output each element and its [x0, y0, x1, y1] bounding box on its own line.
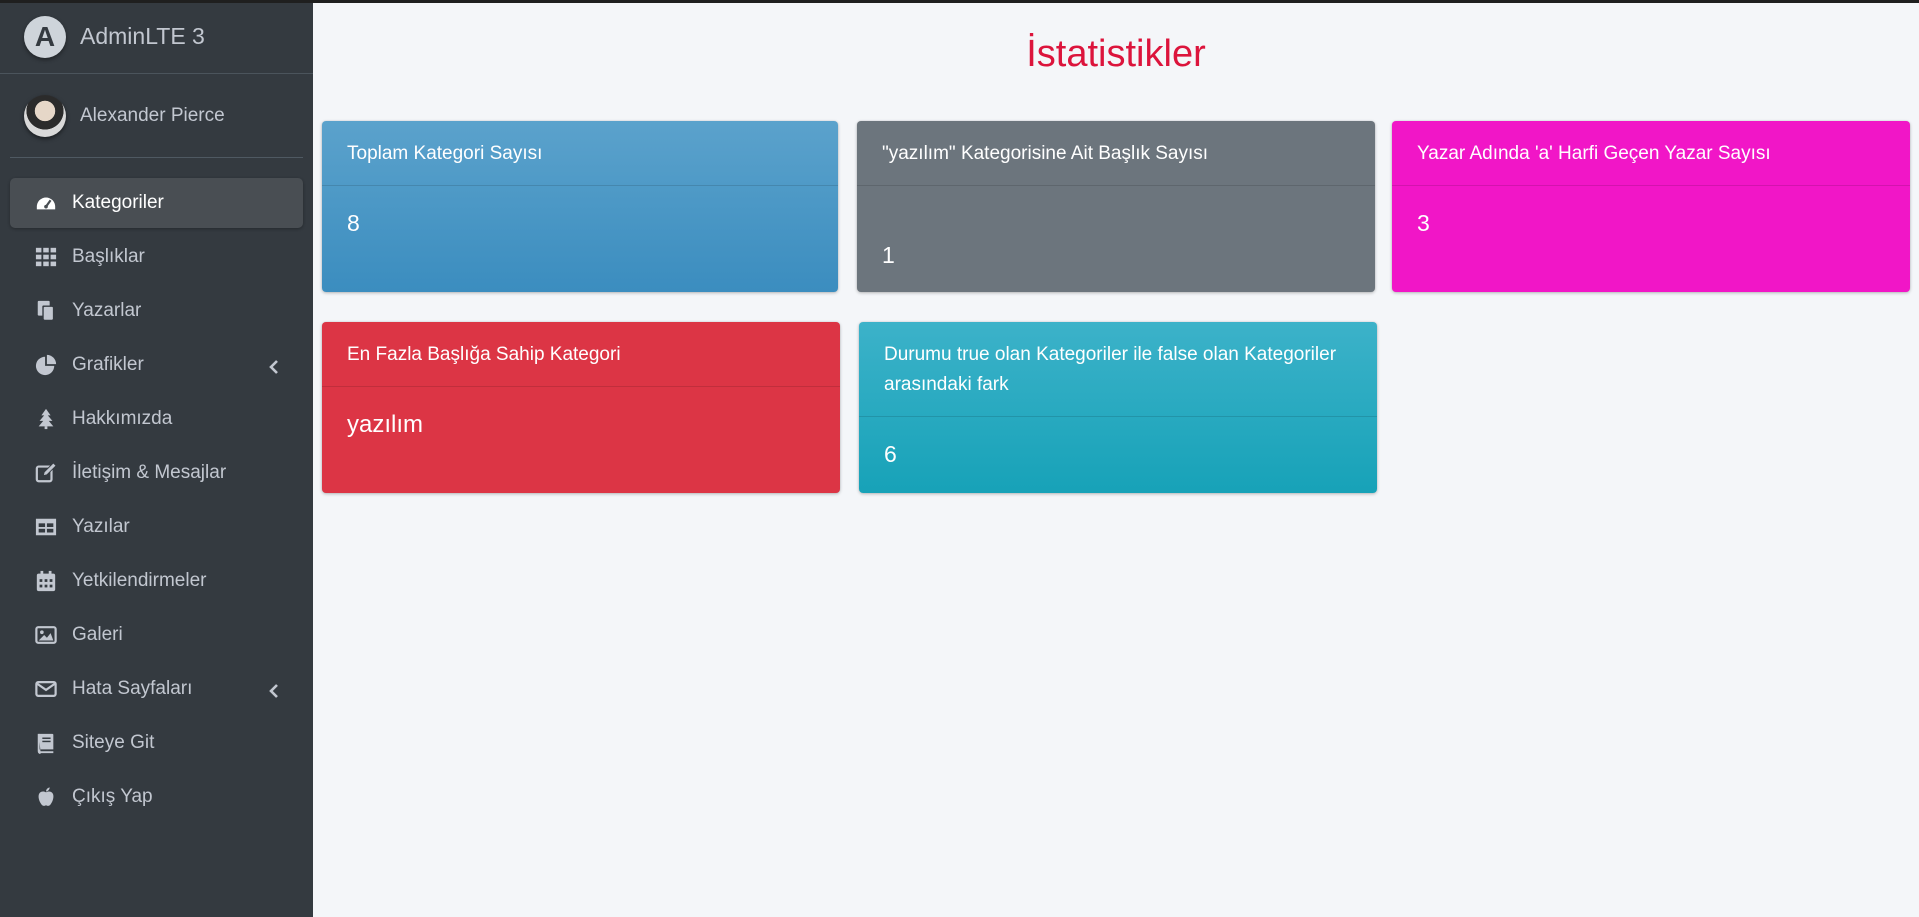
calendar-icon [34, 569, 58, 593]
sidebar-item-label: Hata Sayfaları [72, 678, 193, 699]
sidebar: A AdminLTE 3 Alexander Pierce Kategorile… [0, 0, 313, 917]
window-top-border [0, 0, 1919, 3]
sidebar-item-yazarlar[interactable]: Yazarlar [10, 286, 303, 336]
card-value: 1 [882, 242, 895, 268]
sidebar-item-basliklar[interactable]: Başlıklar [10, 232, 303, 282]
sidebar-item-kategoriler[interactable]: Kategoriler [10, 178, 303, 228]
stat-card-toplam-kategori: Toplam Kategori Sayısı 8 [322, 121, 838, 292]
stat-card-yazilim-baslik: "yazılım" Kategorisine Ait Başlık Sayısı… [857, 121, 1375, 292]
card-value: 3 [1417, 210, 1430, 236]
envelope-icon [34, 677, 58, 701]
sidebar-item-label: Kategoriler [72, 192, 164, 213]
sidebar-item-yazilar[interactable]: Yazılar [10, 502, 303, 552]
tree-icon [34, 407, 58, 431]
card-header: En Fazla Başlığa Sahip Kategori [322, 322, 840, 387]
brand-name: AdminLTE 3 [80, 23, 205, 49]
sidebar-item-label: Siteye Git [72, 732, 155, 753]
sidebar-item-yetkilendirmeler[interactable]: Yetkilendirmeler [10, 556, 303, 606]
stat-card-durum-farki: Durumu true olan Kategoriler ile false o… [859, 322, 1377, 493]
sidebar-item-hata-sayfalari[interactable]: Hata Sayfaları [10, 664, 303, 714]
sidebar-item-siteye-git[interactable]: Siteye Git [10, 718, 303, 768]
card-header: Toplam Kategori Sayısı [322, 121, 838, 186]
apple-icon [34, 785, 58, 809]
sidebar-item-grafikler[interactable]: Grafikler [10, 340, 303, 390]
sidebar-item-label: Çıkış Yap [72, 786, 153, 807]
sidebar-item-hakkimizda[interactable]: Hakkımızda [10, 394, 303, 444]
sidebar-item-cikis-yap[interactable]: Çıkış Yap [10, 772, 303, 822]
main-content: İstatistikler Toplam Kategori Sayısı 8 "… [313, 0, 1919, 917]
pie-chart-icon [34, 353, 58, 377]
sidebar-item-label: İletişim & Mesajlar [72, 462, 227, 483]
book-icon [34, 731, 58, 755]
sidebar-item-label: Yetkilendirmeler [72, 570, 207, 591]
sidebar-nav: Kategoriler Başlıklar Yazarlar Grafikler [0, 178, 313, 822]
card-header: "yazılım" Kategorisine Ait Başlık Sayısı [857, 121, 1375, 186]
sidebar-item-label: Grafikler [72, 354, 144, 375]
sidebar-item-label: Hakkımızda [72, 408, 173, 429]
sidebar-item-galeri[interactable]: Galeri [10, 610, 303, 660]
stat-card-yazar-a-harfi: Yazar Adında 'a' Harfi Geçen Yazar Sayıs… [1392, 121, 1910, 292]
card-value: 8 [347, 210, 360, 236]
card-value: yazılım [347, 411, 424, 438]
chevron-left-icon[interactable] [267, 682, 281, 698]
table-icon [34, 515, 58, 539]
image-icon [34, 623, 58, 647]
avatar [24, 94, 66, 137]
grid-icon [34, 245, 58, 269]
tachometer-icon [34, 191, 58, 215]
stat-card-en-fazla-baslik: En Fazla Başlığa Sahip Kategori yazılım [322, 322, 840, 493]
sidebar-item-iletisim[interactable]: İletişim & Mesajlar [10, 448, 303, 498]
sidebar-item-label: Yazılar [72, 516, 130, 537]
copy-icon [34, 299, 58, 323]
edit-icon [34, 461, 58, 485]
sidebar-item-label: Galeri [72, 624, 123, 645]
page-title: İstatistikler [1026, 33, 1206, 75]
user-name: Alexander Pierce [80, 104, 225, 126]
card-header: Durumu true olan Kategoriler ile false o… [859, 322, 1377, 417]
card-header: Yazar Adında 'a' Harfi Geçen Yazar Sayıs… [1392, 121, 1910, 186]
brand-logo-icon: A [24, 15, 66, 58]
brand-link[interactable]: A AdminLTE 3 [0, 0, 313, 74]
chevron-left-icon[interactable] [267, 358, 281, 374]
sidebar-item-label: Başlıklar [72, 246, 145, 267]
sidebar-item-label: Yazarlar [72, 300, 142, 321]
card-value: 6 [884, 441, 897, 467]
user-panel[interactable]: Alexander Pierce [10, 74, 303, 158]
